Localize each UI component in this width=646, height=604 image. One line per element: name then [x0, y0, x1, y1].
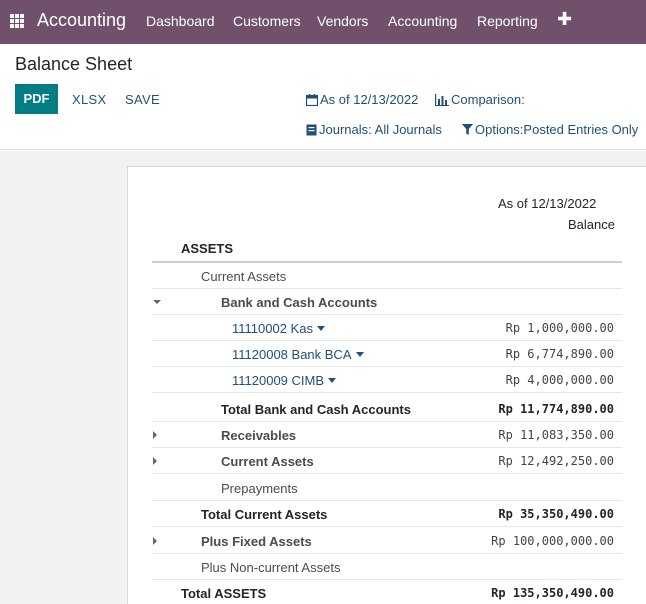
nav-dashboard[interactable]: Dashboard — [146, 13, 215, 29]
account-link[interactable]: 11120008 Bank BCA — [232, 347, 364, 362]
report-row-current-assets[interactable]: Current Assets Rp 12,492,250.00 — [152, 448, 622, 474]
row-amount: Rp 11,774,890.00 — [498, 402, 614, 416]
report-row-receivables[interactable]: Receivables Rp 11,083,350.00 — [152, 422, 622, 448]
row-label: Prepayments — [221, 481, 298, 496]
apps-menu-icon[interactable] — [10, 14, 24, 28]
comparison-filter-label: Comparison: — [451, 92, 525, 107]
app-brand[interactable]: Accounting — [37, 10, 126, 31]
report-row-prepayments: Prepayments — [152, 475, 622, 501]
date-filter[interactable]: As of 12/13/2022 — [305, 92, 419, 107]
report-row-account-bca[interactable]: 11120008 Bank BCA Rp 6,774,890.00 — [152, 341, 622, 367]
nav-vendors[interactable]: Vendors — [317, 13, 368, 29]
options-filter[interactable]: Options:Posted Entries Only — [462, 122, 638, 137]
top-navbar: Accounting Dashboard Customers Vendors A… — [0, 0, 646, 44]
row-label: Bank and Cash Accounts — [221, 295, 378, 310]
row-amount: Rp 11,083,350.00 — [498, 428, 614, 442]
row-label: Receivables — [221, 428, 297, 443]
save-button[interactable]: SAVE — [125, 92, 160, 107]
xlsx-button[interactable]: XLSX — [72, 92, 106, 107]
account-link[interactable]: 11110002 Kas — [232, 321, 325, 336]
caret-right-icon[interactable] — [153, 537, 157, 545]
row-amount: Rp 4,000,000.00 — [505, 373, 614, 387]
report-row-plus-fixed-assets[interactable]: Plus Fixed Assets Rp 100,000,000.00 — [152, 528, 622, 554]
row-label: Total Bank and Cash Accounts — [221, 402, 411, 417]
report-row-bank-cash[interactable]: Bank and Cash Accounts — [152, 289, 622, 315]
column-balance-header: Balance — [568, 217, 615, 232]
dropdown-caret-icon[interactable] — [316, 326, 325, 331]
row-label: Plus Fixed Assets — [201, 534, 312, 549]
journals-filter-label: Journals: All Journals — [319, 122, 442, 137]
row-amount: Rp 135,350,490.00 — [491, 586, 614, 600]
caret-right-icon[interactable] — [153, 457, 157, 465]
calendar-icon — [305, 94, 319, 107]
row-amount: Rp 100,000,000.00 — [491, 534, 614, 548]
row-label: Total Current Assets — [201, 507, 328, 522]
row-amount: Rp 6,774,890.00 — [505, 347, 614, 361]
filter-icon — [462, 124, 473, 135]
control-panel: Balance Sheet PDF XLSX SAVE As of 12/13/… — [0, 44, 646, 150]
account-label: 11120008 Bank BCA — [232, 347, 352, 362]
row-amount: Rp 12,492,250.00 — [498, 454, 614, 468]
nav-reporting[interactable]: Reporting — [477, 13, 538, 29]
row-amount: Rp 35,350,490.00 — [498, 507, 614, 521]
date-filter-label: As of 12/13/2022 — [320, 92, 419, 107]
report-row-total-assets: Total ASSETS Rp 135,350,490.00 — [152, 580, 622, 604]
report-row-account-kas[interactable]: 11110002 Kas Rp 1,000,000.00 — [152, 315, 622, 341]
row-label: Current Assets — [221, 454, 314, 469]
row-label: Plus Non-current Assets — [201, 560, 341, 575]
report-row-total-bank-cash: Total Bank and Cash Accounts Rp 11,774,8… — [152, 396, 622, 422]
row-label: Total ASSETS — [181, 586, 267, 601]
comparison-filter[interactable]: Comparison: — [435, 92, 525, 107]
plus-icon[interactable]: ✚ — [557, 9, 572, 30]
report-row-total-current-assets: Total Current Assets Rp 35,350,490.00 — [152, 501, 622, 527]
account-label: 11110002 Kas — [232, 321, 313, 336]
report-row-plus-noncurrent-assets: Plus Non-current Assets — [152, 554, 622, 580]
row-label: Current Assets — [201, 269, 287, 284]
pdf-button[interactable]: PDF — [15, 84, 58, 114]
report-row-current-assets-group: Current Assets — [152, 263, 622, 289]
options-filter-label: Options:Posted Entries Only — [475, 122, 639, 137]
account-label: 11120009 CIMB — [232, 373, 325, 388]
row-amount: Rp 1,000,000.00 — [505, 321, 614, 335]
report-row-account-cimb[interactable]: 11120009 CIMB Rp 4,000,000.00 — [152, 367, 622, 393]
dropdown-caret-icon[interactable] — [328, 378, 337, 383]
section-assets-heading: ASSETS — [181, 241, 234, 256]
caret-down-icon[interactable] — [153, 300, 161, 304]
account-link[interactable]: 11120009 CIMB — [232, 373, 337, 388]
page-title: Balance Sheet — [15, 54, 133, 74]
column-date-header: As of 12/13/2022 — [498, 196, 597, 211]
dropdown-caret-icon[interactable] — [355, 352, 364, 357]
caret-right-icon[interactable] — [153, 431, 157, 439]
nav-accounting[interactable]: Accounting — [388, 13, 457, 29]
book-icon — [306, 124, 317, 136]
nav-customers[interactable]: Customers — [233, 13, 301, 29]
bar-chart-icon — [435, 94, 449, 106]
journals-filter[interactable]: Journals: All Journals — [306, 122, 442, 137]
